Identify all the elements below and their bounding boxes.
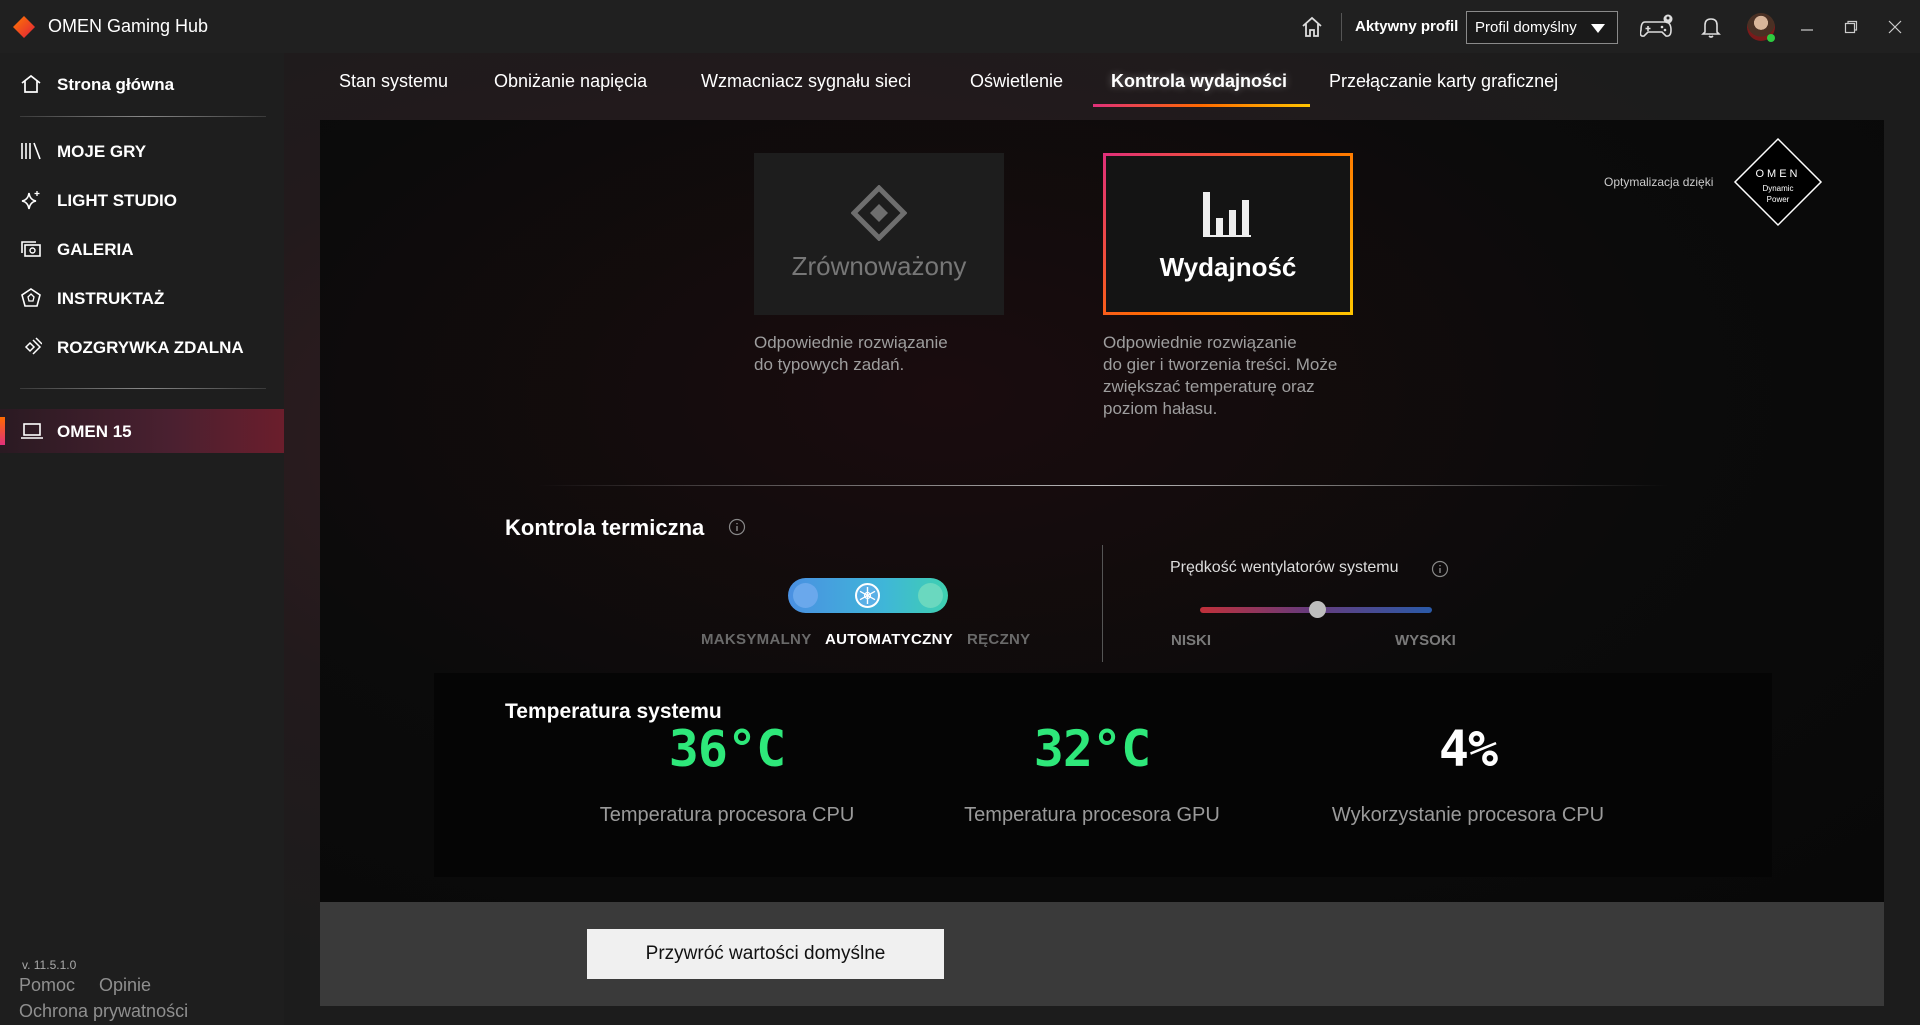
- mode-card-performance[interactable]: Wydajność: [1103, 153, 1353, 315]
- tab-network-booster[interactable]: Wzmacniacz sygnału sieci: [701, 71, 911, 92]
- help-link[interactable]: Pomoc: [19, 975, 75, 996]
- sidebar-item-label: GALERIA: [57, 240, 134, 259]
- title-bar: OMEN Gaming Hub Aktywny profil Profil do…: [0, 0, 1920, 53]
- chevron-down-icon: [1591, 24, 1605, 33]
- description-line: do typowych zadań.: [754, 355, 905, 374]
- sidebar-item-remote-play[interactable]: ROZGRYWKA ZDALNA: [0, 325, 284, 369]
- sidebar-divider: [20, 116, 266, 117]
- omen-dynamic-power-badge: OMEN Dynamic Power: [1733, 137, 1823, 227]
- restore-icon: [1844, 20, 1858, 34]
- description-line: zwiększać temperaturę oraz: [1103, 377, 1315, 396]
- balanced-mode-icon: [851, 185, 907, 241]
- info-icon[interactable]: [1431, 560, 1449, 578]
- fan-low-label: NISKI: [1171, 632, 1212, 649]
- sidebar-item-label: ROZGRYWKA ZDALNA: [57, 338, 244, 357]
- section-divider: [538, 485, 1668, 486]
- restore-button[interactable]: [1838, 14, 1864, 40]
- sidebar-item-label: Strona główna: [57, 75, 175, 94]
- tab-system-status[interactable]: Stan systemu: [339, 71, 448, 92]
- description-line: Odpowiednie rozwiązanie: [754, 333, 948, 352]
- remote-play-icon: [24, 337, 42, 355]
- minimize-button[interactable]: [1794, 14, 1820, 40]
- thermal-control-title: Kontrola termiczna: [505, 515, 705, 540]
- sidebar-divider: [20, 388, 266, 389]
- sidebar-item-label: INSTRUKTAŻ: [57, 289, 165, 308]
- sidebar-item-coach[interactable]: INSTRUKTAŻ: [0, 276, 284, 320]
- sidebar-item-label: OMEN 15: [57, 422, 132, 441]
- controller-icon[interactable]: [1640, 14, 1674, 40]
- close-button[interactable]: [1882, 14, 1908, 40]
- titlebar-divider: [1341, 13, 1342, 41]
- sidebar-item-gallery[interactable]: GALERIA: [0, 227, 284, 271]
- laptop-icon: [21, 423, 43, 439]
- description-line: poziom hałasu.: [1103, 399, 1218, 418]
- fan-speed-slider-handle[interactable]: [1309, 601, 1326, 618]
- performance-mode-icon: [1203, 192, 1251, 237]
- sidebar-item-light-studio[interactable]: LIGHT STUDIO: [0, 178, 284, 222]
- optimization-label: Optymalizacja dzięki: [1604, 175, 1714, 189]
- privacy-link[interactable]: Ochrona prywatności: [19, 1001, 188, 1022]
- mode-label: Wydajność: [1159, 252, 1297, 282]
- active-tab-indicator: [1093, 104, 1310, 107]
- profile-dropdown-value: Profil domyślny: [1475, 19, 1577, 36]
- app-version: v. 11.5.1.0: [22, 958, 77, 972]
- home-icon: [21, 74, 41, 93]
- bottom-action-bar: [320, 902, 1884, 1006]
- balanced-description: Odpowiednie rozwiązanie do typowych zada…: [754, 332, 948, 376]
- active-profile-label: Aktywny profil: [1355, 18, 1459, 35]
- gpu-temperature-label: Temperatura procesora GPU: [964, 804, 1220, 826]
- toggle-stop-manual: [918, 583, 943, 608]
- app-title: OMEN Gaming Hub: [48, 16, 209, 36]
- cpu-temperature-label: Temperatura procesora CPU: [599, 804, 855, 826]
- mode-card-balanced[interactable]: Zrównoważony: [754, 153, 1004, 315]
- library-icon: [21, 142, 41, 160]
- profile-dropdown[interactable]: Profil domyślny: [1466, 11, 1618, 44]
- cpu-usage-label: Wykorzystanie procesora CPU: [1331, 804, 1605, 826]
- toggle-stop-max: [793, 583, 818, 608]
- description-line: Odpowiednie rozwiązanie: [1103, 333, 1297, 352]
- gpu-temperature-value: 32°C: [1033, 720, 1151, 778]
- sidebar-item-label: LIGHT STUDIO: [57, 191, 177, 210]
- mode-label: Zrównoważony: [791, 251, 967, 281]
- minimize-icon: [1801, 29, 1813, 31]
- badge-brand: OMEN: [1755, 168, 1801, 180]
- performance-description: Odpowiednie rozwiązanie do gier i tworze…: [1103, 332, 1337, 420]
- diamond-frame-icon: [1733, 137, 1823, 227]
- online-status-dot: [1767, 34, 1775, 42]
- sidebar-item-device[interactable]: OMEN 15: [0, 409, 284, 453]
- active-indicator: [0, 417, 5, 445]
- fan-speed-title: Prędkość wentylatorów systemu: [1170, 559, 1399, 576]
- tab-graphics-switcher[interactable]: Przełączanie karty graficznej: [1329, 71, 1558, 92]
- thermal-option-auto[interactable]: AUTOMATYCZNY: [825, 631, 953, 648]
- cpu-temperature-value: 36°C: [668, 720, 786, 778]
- thermal-option-max[interactable]: MAKSYMALNY: [701, 631, 812, 648]
- sidebar-item-home[interactable]: Strona główna: [0, 62, 284, 106]
- thermal-option-manual[interactable]: RĘCZNY: [967, 631, 1030, 648]
- thermal-divider: [1102, 545, 1103, 662]
- sidebar-item-my-games[interactable]: MOJE GRY: [0, 129, 284, 173]
- badge-line: Dynamic: [1762, 184, 1794, 193]
- home-icon[interactable]: [1300, 15, 1324, 39]
- gallery-icon: [21, 241, 41, 257]
- toggle-knob[interactable]: [855, 583, 880, 608]
- thermal-mode-toggle[interactable]: [788, 578, 948, 613]
- sparkle-icon: [21, 191, 40, 210]
- fan-high-label: WYSOKI: [1395, 632, 1456, 649]
- reset-defaults-button[interactable]: Przywróć wartości domyślne: [587, 929, 944, 979]
- feedback-link[interactable]: Opinie: [99, 975, 151, 996]
- tab-undervolting[interactable]: Obniżanie napięcia: [494, 71, 647, 92]
- tab-lighting[interactable]: Oświetlenie: [970, 71, 1063, 92]
- sidebar-item-label: MOJE GRY: [57, 142, 147, 161]
- tab-performance-control[interactable]: Kontrola wydajności: [1111, 71, 1287, 92]
- description-line: do gier i tworzenia treści. Może: [1103, 355, 1338, 374]
- cpu-usage-value: 4%: [1438, 720, 1498, 778]
- close-icon: [1888, 20, 1902, 34]
- badge-line: Power: [1766, 195, 1790, 204]
- snowflake-icon: [859, 587, 876, 604]
- coach-icon: [21, 288, 41, 307]
- info-icon[interactable]: [728, 518, 746, 536]
- bell-icon[interactable]: [1698, 14, 1724, 40]
- omen-logo-icon: [13, 16, 35, 38]
